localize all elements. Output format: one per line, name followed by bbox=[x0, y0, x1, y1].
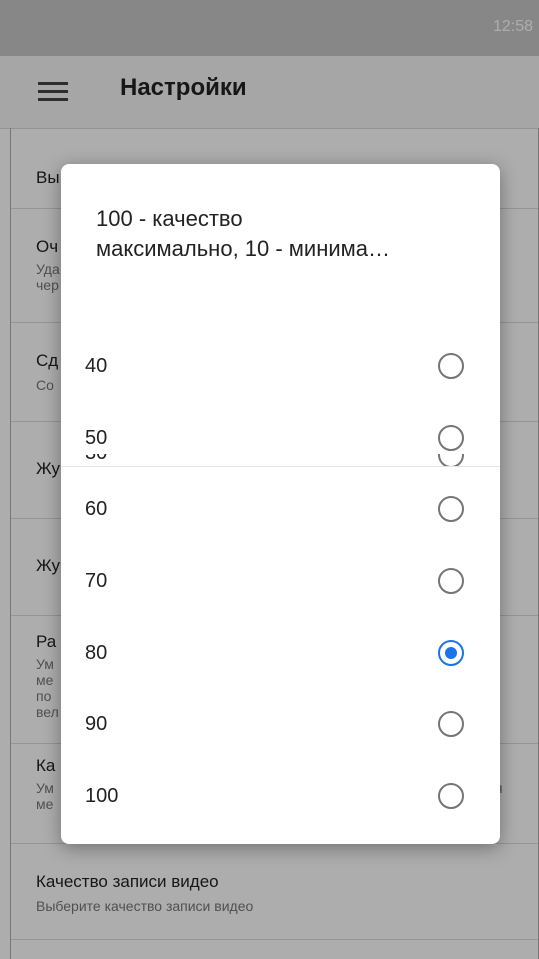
radio-icon[interactable] bbox=[438, 568, 464, 594]
option-90[interactable]: 90 bbox=[61, 691, 500, 763]
option-80[interactable]: 80 bbox=[61, 620, 500, 692]
option-100[interactable]: 100 bbox=[61, 763, 500, 835]
radio-icon[interactable] bbox=[438, 425, 464, 451]
option-label: 70 bbox=[85, 570, 108, 592]
option-label: 100 bbox=[85, 785, 119, 807]
option-label: 80 bbox=[85, 642, 108, 664]
radio-icon[interactable] bbox=[438, 353, 464, 379]
option-label: 40 bbox=[85, 355, 108, 377]
options-list: 30 40 50 60 70 80 90 100 bbox=[61, 164, 500, 844]
option-label: 90 bbox=[85, 713, 108, 735]
quality-dialog: 30 40 50 60 70 80 90 100 bbox=[61, 164, 500, 844]
option-70[interactable]: 70 bbox=[61, 548, 500, 620]
dialog-divider bbox=[61, 466, 500, 467]
dialog-title: 100 - качество максимально, 10 - минима… bbox=[96, 206, 391, 261]
radio-icon[interactable] bbox=[438, 711, 464, 737]
option-label: 50 bbox=[85, 427, 108, 449]
option-60[interactable]: 60 bbox=[61, 476, 500, 548]
radio-icon[interactable] bbox=[438, 496, 464, 522]
radio-dot bbox=[445, 647, 457, 659]
radio-icon[interactable] bbox=[438, 783, 464, 809]
option-40[interactable]: 40 bbox=[61, 333, 500, 405]
option-label: 60 bbox=[85, 498, 108, 520]
radio-checked-icon[interactable] bbox=[438, 640, 464, 666]
